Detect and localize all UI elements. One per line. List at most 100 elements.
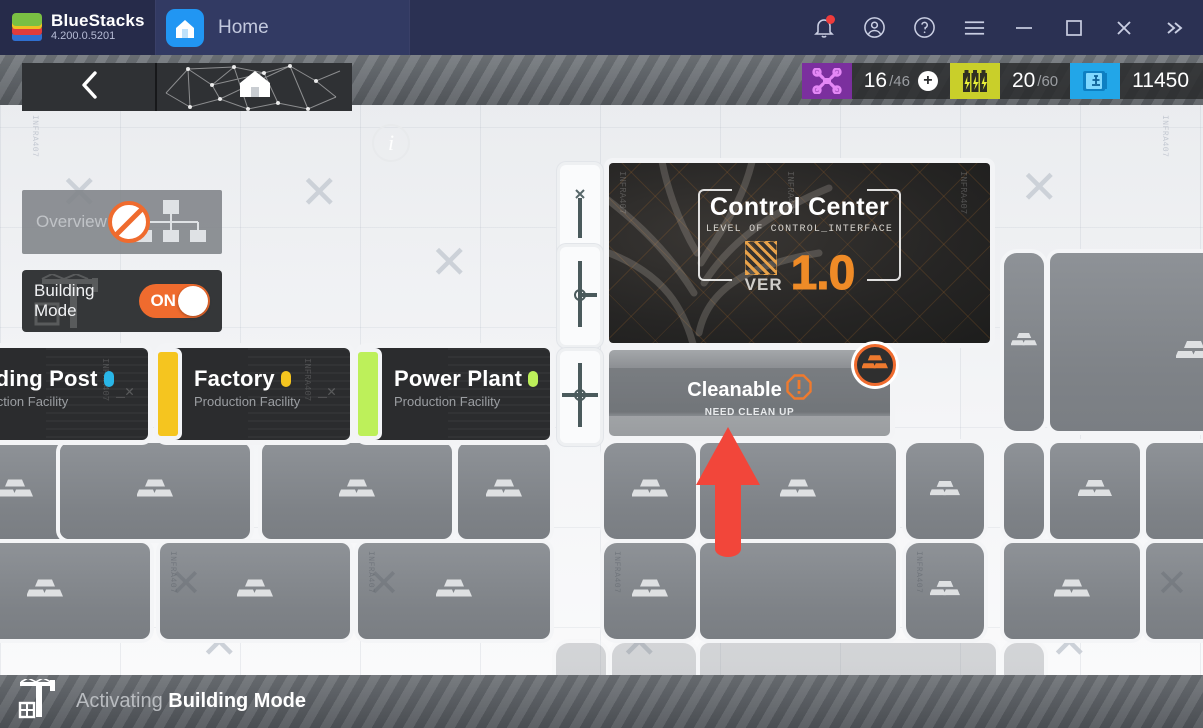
facility-subtitle: Production Facility [194, 394, 301, 409]
close-icon[interactable] [1099, 0, 1149, 55]
facility-card-trading-post[interactable]: Trading Post Production Facility INFRA40… [0, 348, 148, 440]
info-button[interactable]: i [372, 124, 410, 162]
account-icon[interactable] [849, 0, 899, 55]
battery-icon [949, 63, 1000, 99]
window-controls [799, 0, 1203, 55]
home-network-icon [165, 64, 340, 111]
grid-tile[interactable]: INFRA407 [906, 543, 984, 639]
gold-bars-icon [338, 478, 375, 505]
facility-stripe [358, 352, 378, 436]
home-button[interactable] [157, 63, 352, 111]
control-center-ver-number: 1.0 [790, 247, 856, 301]
gold-bars-icon [1010, 331, 1037, 353]
drone-current: 16 [863, 69, 888, 92]
facility-name: Power Plant [394, 366, 523, 391]
grid-tile[interactable] [1004, 253, 1044, 431]
drone-icon [801, 63, 852, 99]
cleanable-tile[interactable]: Cleanable NEED CLEAN UP [609, 350, 890, 436]
facility-subtitle: Production Facility [394, 394, 501, 409]
building-mode-toggle-state: ON [150, 291, 176, 310]
facility-text: Trading Post Production Facility [0, 366, 114, 409]
expand-sidebar-icon[interactable] [1149, 0, 1199, 55]
grid-tile[interactable]: INFRA407 [0, 543, 150, 639]
no-entry-icon [108, 201, 150, 243]
grid-tile[interactable]: INFRA407 ✕ [358, 543, 550, 639]
warning-octagon-icon [786, 374, 812, 406]
grid-tile[interactable] [1004, 543, 1140, 639]
facility-name: Factory [194, 366, 275, 391]
overview-panel[interactable]: Overview [22, 190, 222, 254]
gold-bars-icon [929, 579, 960, 603]
grid-tile[interactable] [604, 443, 696, 539]
facility-text: Factory Production Facility [194, 366, 300, 409]
maximize-icon[interactable] [1049, 0, 1099, 55]
notification-bell-icon[interactable] [799, 0, 849, 55]
blueprint-watermark: INFRA407 [30, 115, 39, 158]
menu-icon[interactable] [949, 0, 999, 55]
grid-tile[interactable] [458, 443, 550, 539]
sanity-current: 20 [1011, 69, 1036, 92]
cleanable-resource-badge[interactable] [854, 344, 896, 386]
grid-tile[interactable] [1050, 253, 1203, 431]
bluestacks-title-bar: BlueStacks 4.200.0.5201 Home [0, 0, 1203, 728]
bluestacks-logo-icon [12, 12, 42, 43]
blueprint-x-mark: ✕ [170, 563, 202, 605]
facility-subtitle: Production Facility [0, 394, 69, 409]
back-button[interactable] [22, 63, 157, 111]
grid-tile[interactable] [60, 443, 250, 539]
resource-bar: 16 /46 + 20 /60 11450 [801, 63, 1203, 99]
minimize-icon[interactable] [999, 0, 1049, 55]
grid-tile[interactable] [1146, 443, 1203, 539]
info-icon: i [387, 130, 395, 155]
control-center-watermark: INFRA407 [958, 171, 968, 215]
status-bar: Activating Building Mode [0, 675, 1203, 728]
control-center-subtitle: LEVEL OF CONTROL_INTERFACE [705, 224, 894, 235]
blueprint-x-mark: ✕ [1020, 161, 1059, 213]
grid-tile[interactable] [1050, 443, 1140, 539]
control-center-title: Control Center [709, 193, 890, 221]
drone-value: 16 /46 + [851, 63, 950, 99]
help-icon[interactable] [899, 0, 949, 55]
grid-tile[interactable] [906, 443, 984, 539]
drone-add-button[interactable]: + [917, 71, 938, 91]
building-mode-toggle[interactable]: ON [139, 284, 210, 318]
gold-bars-icon [929, 479, 960, 503]
status-text: Activating Building Mode [76, 690, 306, 713]
game-viewport[interactable]: ✕ ✕ ✕ ✕ ✕ ✕ ✕ INFRA407 INFRA407 INFRA407 [0, 55, 1203, 728]
control-center-card[interactable]: Control Center LEVEL OF CONTROL_INTERFAC… [609, 163, 990, 343]
corridor-tile[interactable] [560, 247, 600, 345]
corridor-cross-icon [560, 357, 600, 438]
control-center-core: Control Center LEVEL OF CONTROL_INTERFAC… [609, 193, 990, 301]
gold-bars-icon [236, 578, 273, 605]
crane-icon [16, 677, 64, 724]
cleanable-title: Cleanable [687, 378, 782, 401]
grid-tile[interactable]: INFRA407 [604, 543, 696, 639]
control-center-watermark: INFRA407 [785, 171, 795, 215]
gold-bars-icon [26, 578, 63, 605]
facility-card-factory[interactable]: Factory Production Facility INFRA407 _✕ [158, 348, 350, 440]
gold-bars-icon [861, 354, 888, 376]
gold-bars-icon [631, 478, 668, 505]
tile-watermark: INFRA407 [914, 551, 923, 594]
grid-tile[interactable] [1004, 443, 1044, 539]
corridor-tile[interactable] [560, 351, 600, 443]
grid-tile[interactable] [262, 443, 452, 539]
facility-card-power-plant[interactable]: Power Plant Production Facility [358, 348, 550, 440]
gold-bars-icon [1053, 578, 1090, 605]
corridor-cross-icon [563, 255, 597, 338]
gold-bars-icon [1175, 339, 1203, 366]
gold-bars-icon [435, 578, 472, 605]
grid-tile[interactable]: ✕ [1146, 543, 1203, 639]
gold-bars-icon [485, 478, 522, 505]
gold-bars-icon [779, 478, 816, 505]
control-center-ver-label: VER [744, 275, 783, 294]
overview-label: Overview [36, 212, 107, 231]
red-arrow-annotation [694, 427, 762, 562]
grid-tile[interactable]: INFRA407 ✕ [160, 543, 350, 639]
tab-home-label: Home [218, 16, 269, 38]
gold-bars-icon [136, 478, 173, 505]
bluestacks-brand-name: BlueStacks [51, 11, 145, 31]
tab-home[interactable]: Home [155, 0, 410, 55]
facility-name-row: Factory [194, 366, 300, 392]
building-mode-panel[interactable]: Building Mode ON [22, 270, 222, 332]
